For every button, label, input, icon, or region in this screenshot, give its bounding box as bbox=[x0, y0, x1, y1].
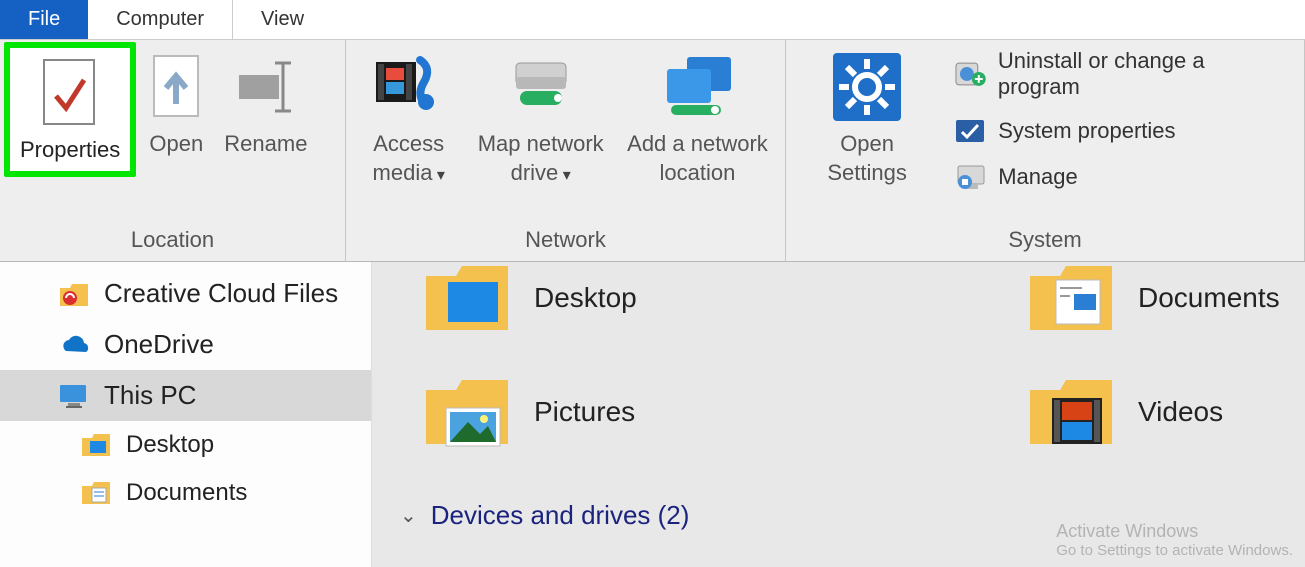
creative-cloud-icon bbox=[58, 280, 90, 308]
tab-file[interactable]: File bbox=[0, 0, 88, 39]
settings-gear-icon bbox=[831, 51, 903, 123]
videos-large-icon bbox=[1026, 372, 1116, 452]
pictures-large-icon bbox=[422, 372, 512, 452]
add-network-icon bbox=[657, 55, 737, 119]
sidebar-item-this-pc[interactable]: This PC bbox=[0, 370, 371, 421]
desktop-large-icon bbox=[422, 258, 512, 338]
devices-header-label: Devices and drives (2) bbox=[431, 500, 690, 531]
sidebar-label-documents: Documents bbox=[126, 479, 247, 507]
system-properties-label: System properties bbox=[998, 118, 1175, 144]
group-label-location: Location bbox=[4, 221, 341, 261]
media-icon bbox=[374, 54, 444, 120]
manage-button[interactable]: Manage bbox=[954, 162, 1290, 192]
system-properties-button[interactable]: System properties bbox=[954, 116, 1290, 146]
rename-button[interactable]: Rename bbox=[216, 42, 315, 159]
ribbon-group-network: Access media Map network drive bbox=[346, 40, 786, 261]
folder-desktop[interactable]: Desktop bbox=[422, 258, 637, 338]
sidebar-label-onedrive: OneDrive bbox=[104, 329, 214, 360]
folder-pictures[interactable]: Pictures bbox=[422, 372, 635, 452]
navigation-sidebar: Creative Cloud Files OneDrive This PC De… bbox=[0, 262, 372, 567]
properties-button[interactable]: Properties bbox=[4, 42, 136, 177]
ribbon-tabs: File Computer View bbox=[0, 0, 1305, 40]
folder-pictures-label: Pictures bbox=[534, 396, 635, 428]
ribbon-group-system: Open Settings Uninstall or change a prog… bbox=[786, 40, 1305, 261]
sidebar-item-creative-cloud[interactable]: Creative Cloud Files bbox=[0, 268, 371, 319]
open-icon bbox=[148, 52, 204, 122]
uninstall-label: Uninstall or change a program bbox=[998, 48, 1290, 100]
manage-label: Manage bbox=[998, 164, 1078, 190]
properties-icon bbox=[40, 58, 100, 128]
uninstall-icon bbox=[954, 59, 988, 89]
open-label: Open bbox=[149, 130, 203, 159]
sidebar-label-cc: Creative Cloud Files bbox=[104, 278, 338, 309]
sidebar-item-onedrive[interactable]: OneDrive bbox=[0, 319, 371, 370]
tab-view[interactable]: View bbox=[233, 0, 332, 39]
folder-videos-label: Videos bbox=[1138, 396, 1223, 428]
map-drive-label: Map network drive bbox=[475, 130, 605, 187]
documents-folder-icon bbox=[80, 479, 112, 507]
open-button[interactable]: Open bbox=[136, 42, 216, 159]
tab-computer[interactable]: Computer bbox=[88, 0, 233, 39]
devices-and-drives-header[interactable]: ⌄ Devices and drives (2) bbox=[400, 500, 689, 531]
system-properties-icon bbox=[954, 116, 988, 146]
add-network-label: Add a network location bbox=[622, 130, 773, 187]
folder-documents-label: Documents bbox=[1138, 282, 1280, 314]
sidebar-label-desktop: Desktop bbox=[126, 431, 214, 459]
properties-label: Properties bbox=[20, 136, 120, 165]
add-network-location-button[interactable]: Add a network location bbox=[614, 42, 781, 187]
folder-desktop-label: Desktop bbox=[534, 282, 637, 314]
desktop-folder-icon bbox=[80, 431, 112, 459]
map-network-drive-button[interactable]: Map network drive bbox=[467, 42, 613, 187]
ribbon: Properties Open bbox=[0, 40, 1305, 262]
rename-label: Rename bbox=[224, 130, 307, 159]
group-label-network: Network bbox=[350, 221, 781, 261]
folder-documents[interactable]: Documents bbox=[1026, 258, 1280, 338]
group-label-system: System bbox=[790, 221, 1300, 261]
access-media-label: Access media bbox=[358, 130, 459, 187]
rename-icon bbox=[231, 57, 301, 117]
sidebar-item-desktop[interactable]: Desktop bbox=[0, 421, 371, 469]
ribbon-group-location: Properties Open bbox=[0, 40, 346, 261]
manage-icon bbox=[954, 162, 988, 192]
open-settings-button[interactable]: Open Settings bbox=[790, 42, 944, 187]
sidebar-label-thispc: This PC bbox=[104, 380, 196, 411]
network-drive-icon bbox=[506, 57, 576, 117]
folder-videos[interactable]: Videos bbox=[1026, 372, 1223, 452]
documents-large-icon bbox=[1026, 258, 1116, 338]
onedrive-icon bbox=[58, 331, 90, 359]
sidebar-item-documents[interactable]: Documents bbox=[0, 469, 371, 517]
this-pc-icon bbox=[58, 382, 90, 410]
chevron-down-icon: ⌄ bbox=[400, 503, 417, 528]
uninstall-program-button[interactable]: Uninstall or change a program bbox=[954, 48, 1290, 100]
access-media-button[interactable]: Access media bbox=[350, 42, 467, 187]
open-settings-label: Open Settings bbox=[798, 130, 936, 187]
